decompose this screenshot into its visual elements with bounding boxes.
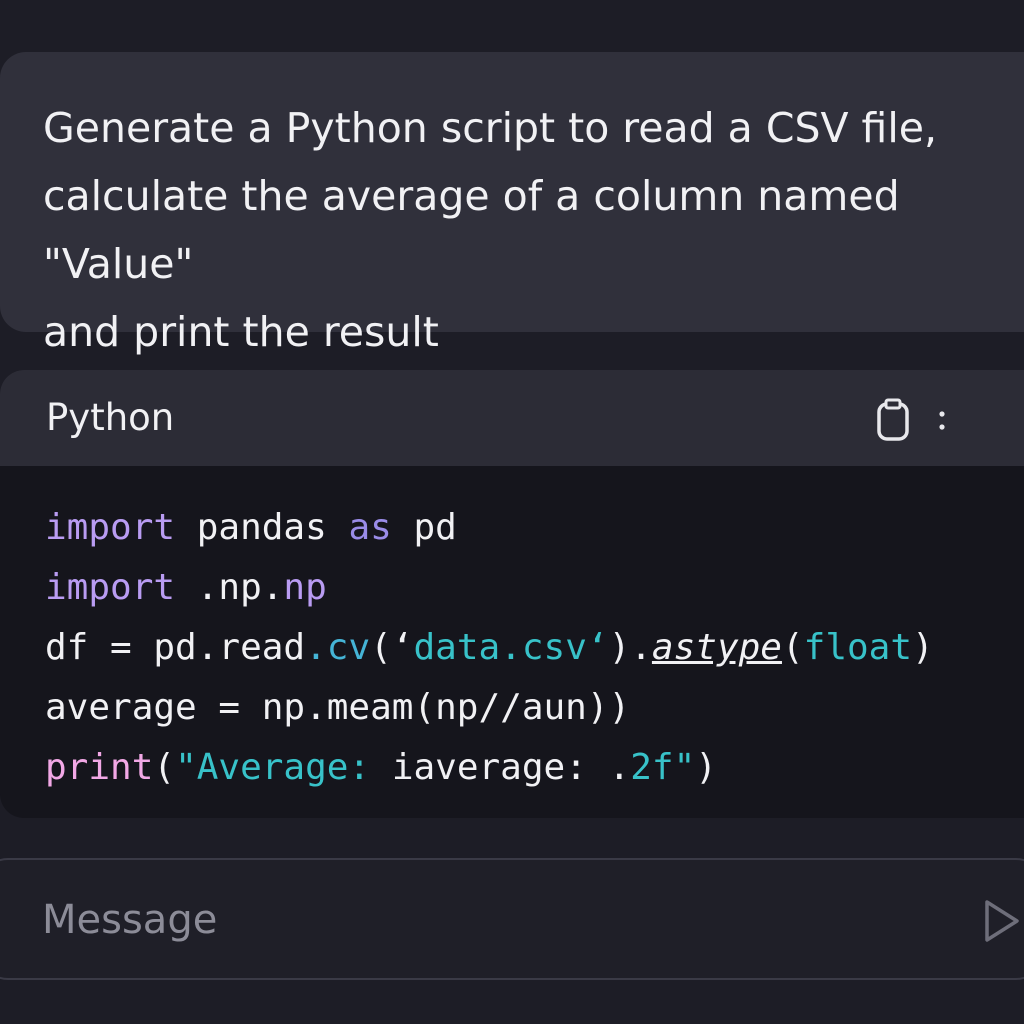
code-line: print("Average: iaverage: .2f") — [45, 738, 934, 798]
code-block-actions — [872, 392, 972, 448]
user-message-text: Generate a Python script to read a CSV f… — [43, 104, 938, 356]
code-token: df = pd.read — [45, 627, 306, 668]
code-token: ). — [608, 627, 652, 668]
chat-screen: Generate a Python script to read a CSV f… — [0, 0, 1024, 1024]
code-token: average = np.meam(np//aun)) — [45, 687, 631, 728]
clipboard-icon[interactable] — [876, 398, 910, 442]
code-token: float — [803, 627, 913, 668]
code-token: data.csv‘ — [413, 627, 609, 668]
code-token: pd — [391, 507, 457, 548]
send-icon[interactable] — [982, 898, 1022, 944]
code-line: df = pd.read.cv(‘data.csv‘).astype(float… — [45, 618, 934, 678]
more-vertical-icon[interactable] — [932, 400, 952, 440]
code-token: as — [348, 507, 392, 548]
code-token: import — [45, 567, 176, 608]
code-block: Python import pandas as pd import .np.np d… — [0, 370, 1024, 818]
code-token: .cv — [305, 627, 371, 668]
code-line: average = np.meam(np//aun)) — [45, 678, 934, 738]
code-language-label: Python — [46, 396, 175, 439]
code-content: import pandas as pd import .np.np df = pd.… — [45, 498, 934, 798]
code-token: .np. — [175, 567, 284, 608]
code-line: import pandas as pd — [45, 498, 934, 558]
code-token: ( — [153, 747, 176, 788]
code-token: print — [45, 747, 154, 788]
code-token: "Average: — [175, 747, 392, 788]
code-token: ) — [695, 747, 717, 788]
code-token: pandas — [175, 507, 349, 548]
message-composer — [0, 858, 1024, 980]
code-token: np — [283, 567, 327, 608]
user-message-bubble: Generate a Python script to read a CSV f… — [0, 52, 1024, 356]
code-block-header: Python — [0, 370, 1024, 466]
code-token: ( — [781, 627, 804, 668]
code-token: iaverage: . — [391, 747, 631, 788]
code-token: (‘ — [370, 627, 414, 668]
code-token: import — [45, 507, 176, 548]
code-token: astype — [651, 627, 782, 668]
code-line: import .np.np — [45, 558, 934, 618]
code-token: ) — [912, 627, 934, 668]
code-token: 2f" — [630, 747, 696, 788]
message-input[interactable] — [40, 888, 844, 952]
